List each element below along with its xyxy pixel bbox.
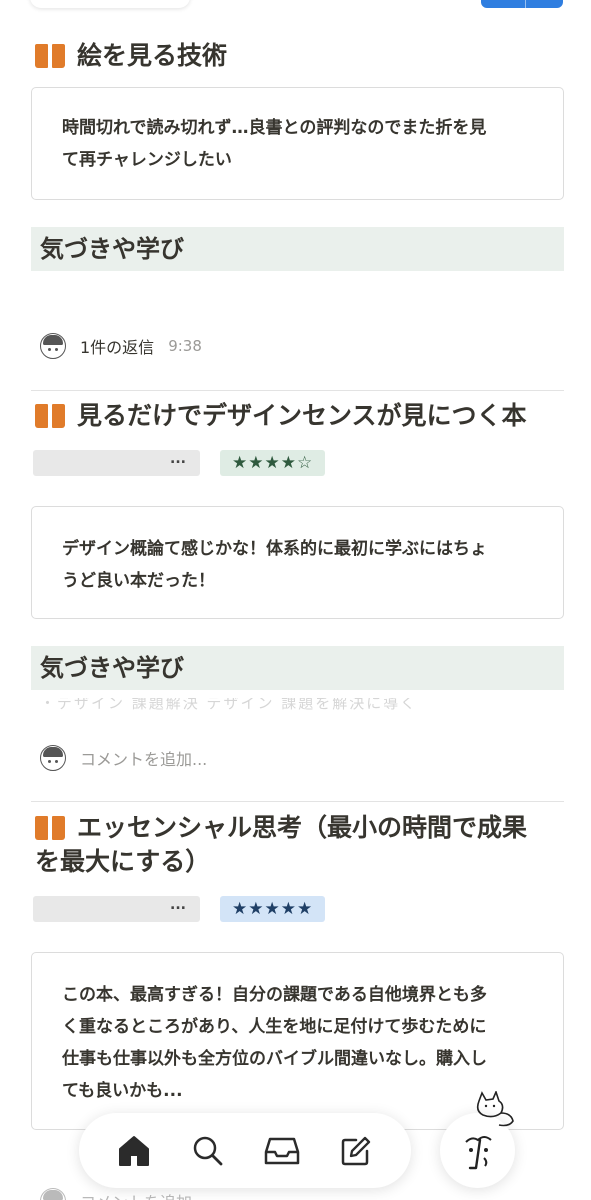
comment-input[interactable]: コメントを追加...: [80, 746, 207, 770]
home-icon[interactable]: [112, 1129, 156, 1173]
book-icon: [35, 816, 65, 840]
cat-doodle-icon: [469, 1089, 517, 1133]
note-line: 時間切れで読み切れず…良書との評判なのでまた折を見: [62, 118, 487, 138]
book-title-text: 見るだけでデザインセンスが見につく本: [77, 401, 527, 430]
note-line: ても良いかも...: [62, 1081, 183, 1101]
book-meta-3: ... ★★★★★: [33, 896, 326, 922]
book-title-text: エッセンシャル思考（最小の時間で成果: [77, 813, 528, 842]
note-line: この本、最高すぎる！自分の課題である自他境界とも多: [62, 985, 487, 1005]
book-meta-2: ... ★★★★☆: [33, 450, 326, 476]
property-tag[interactable]: ...: [33, 450, 200, 476]
note-line: 仕事も仕事以外も全方位のバイブル間違いなし。購入し: [62, 1049, 487, 1069]
book-title-text: を最大にする）: [35, 847, 211, 876]
inbox-icon[interactable]: [260, 1129, 304, 1173]
top-search-pill[interactable]: [30, 0, 190, 8]
note-card-2[interactable]: デザイン概論て感じかな！体系的に最初に学ぶにはちょ うど良い本だった！: [31, 506, 564, 619]
divider: [31, 801, 564, 802]
avatar-icon: [40, 745, 66, 771]
reply-count[interactable]: 1件の返信: [80, 334, 154, 358]
compose-icon[interactable]: [334, 1129, 378, 1173]
book-icon: [35, 44, 65, 68]
book-title-3[interactable]: エッセンシャル思考（最小の時間で成果: [35, 809, 527, 847]
ai-face-icon: [464, 1135, 492, 1169]
avatar-icon: [40, 333, 66, 359]
reply-row[interactable]: 1件の返信 9:38: [40, 333, 202, 359]
comment-row-peek: コメントを追加...: [40, 1188, 207, 1200]
note-line: デザイン概論て感じかな！体系的に最初に学ぶにはちょ: [62, 539, 487, 559]
book-title-1[interactable]: 絵を見る技術: [35, 37, 227, 75]
top-action-button[interactable]: [481, 0, 563, 8]
note-line: く重なるところがあり、人生を地に足付けて歩むために: [62, 1017, 487, 1037]
tag-ellipsis: ...: [170, 451, 186, 467]
rating-badge[interactable]: ★★★★☆: [220, 450, 326, 476]
property-tag[interactable]: ...: [33, 896, 200, 922]
page: 絵を見る技術 時間切れで読み切れず…良書との評判なのでまた折を見 て再チャレンジ…: [0, 0, 591, 1200]
note-line: て再チャレンジしたい: [62, 150, 232, 170]
avatar-icon: [40, 1188, 66, 1200]
book-title-2[interactable]: 見るだけでデザインセンスが見につく本: [35, 397, 527, 435]
section-heading-2: 気づきや学び: [31, 646, 564, 690]
note-card-1[interactable]: 時間切れで読み切れず…良書との評判なのでまた折を見 て再チャレンジしたい: [31, 87, 564, 200]
book-title-text: 絵を見る技術: [77, 41, 228, 70]
tag-ellipsis: ...: [170, 897, 186, 913]
rating-badge[interactable]: ★★★★★: [220, 896, 326, 922]
comment-row[interactable]: コメントを追加...: [40, 745, 207, 771]
divider: [31, 390, 564, 391]
bottom-nav: [79, 1113, 411, 1188]
book-title-3-cont[interactable]: を最大にする）: [35, 843, 210, 881]
section-heading-1: 気づきや学び: [31, 227, 564, 271]
comment-input-peek[interactable]: コメントを追加...: [80, 1189, 207, 1200]
faded-text-peek: ・デザイン 課題解決 デザイン 課題を解決に導く: [40, 698, 418, 712]
reply-time: 9:38: [168, 337, 202, 355]
book-icon: [35, 404, 65, 428]
note-line: うど良い本だった！: [62, 571, 215, 591]
search-icon[interactable]: [186, 1129, 230, 1173]
